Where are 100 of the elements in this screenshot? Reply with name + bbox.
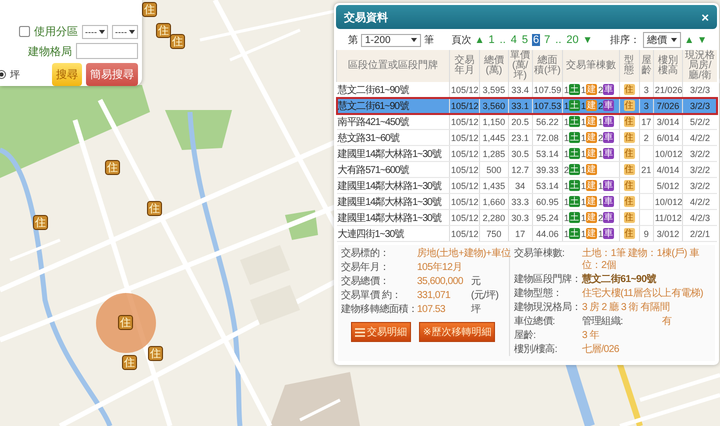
sort-dropdown[interactable]: 總價 — [643, 32, 682, 48]
detail-label: 建物移轉總面積： — [341, 304, 417, 316]
map-marker[interactable]: 住 — [156, 23, 171, 38]
map-marker[interactable]: 住 — [118, 315, 133, 330]
sort-ascending-button[interactable]: ▲ — [684, 34, 694, 46]
table-cell: 30.3 — [508, 210, 532, 226]
table-cell: 大連四街1~30號 — [336, 226, 450, 242]
input-field[interactable] — [76, 43, 138, 59]
list-icon — [355, 328, 365, 336]
pager-label: 頁次 — [452, 34, 472, 47]
table-cell: 3/012 — [653, 226, 683, 242]
table-row[interactable]: 大連四街1~30號 105/12 750 17 44.06 1土 1建 1車 住 9 3/012 2/2/1 — [336, 226, 717, 242]
table-cell: 105/12 — [450, 194, 480, 210]
table-cell: 12.7 — [508, 162, 532, 178]
map-marker[interactable]: 住 — [105, 160, 120, 175]
detail-value: 35,600,000 — [417, 276, 464, 288]
table-cell: 105/12 — [450, 146, 480, 162]
detail-label: 車位總價: — [514, 316, 556, 328]
dropdown[interactable]: ---- — [82, 24, 108, 38]
table-cell: 34 — [508, 178, 532, 194]
map-marker[interactable]: 住 — [33, 215, 48, 230]
table-row[interactable]: 建國里14鄰大林路1~30號 105/12 1,285 30.5 53.14 1土 1建 1車 住 10/012 3/2/2 — [336, 146, 717, 162]
checkbox[interactable] — [19, 26, 30, 37]
table-cell: 3 — [639, 82, 654, 98]
table-row[interactable]: 大有路571~600號 105/12 500 12.7 39.33 2土 1建 住 21 4/014 3/2/2 — [336, 162, 717, 178]
previous-page-button[interactable]: ▲ — [474, 34, 485, 46]
map-marker[interactable]: 住 — [122, 355, 137, 370]
detail-value: 3 房 2 廳 3 衛 有隔間 — [582, 302, 670, 314]
page-link[interactable]: 20 — [565, 34, 580, 46]
table-cell: 建國里14鄰大林路1~30號 — [336, 146, 450, 162]
search-button[interactable]: 搜尋 — [52, 63, 82, 86]
column-header: 交易筆棟數 — [562, 50, 620, 82]
table-cell: 105/12 — [450, 98, 480, 114]
table-cell: 107.53 — [532, 98, 563, 114]
table-cell: 105/12 — [450, 114, 480, 130]
detail-label: 交易單價 約： — [341, 290, 402, 302]
close-button[interactable]: × — [701, 10, 709, 24]
table-row[interactable]: 慈文路31~60號 105/12 1,445 23.1 72.08 1土 1建 2車 住 2 6/014 4/2/2 — [336, 130, 717, 146]
simple-search-button[interactable]: 簡易搜尋 — [86, 63, 138, 86]
detail-label: 屋齡: — [514, 330, 537, 342]
range-dropdown[interactable]: 1-200 — [361, 34, 421, 46]
table-row[interactable]: 慧文二街61~90號 105/12 3,595 33.4 107.59 1土 1建 2車 住 3 21/026 3/2/3 — [336, 82, 717, 98]
table-cell: 5/012 — [653, 178, 683, 194]
detail-value: 有 — [662, 316, 673, 328]
unit-text: 坪 — [471, 304, 482, 316]
table-cell: 6/014 — [653, 130, 683, 146]
type-badge: 住 — [624, 196, 635, 207]
type-badge: 住 — [624, 212, 635, 223]
table-cell: 2/2/1 — [682, 226, 717, 242]
table-cell: 1,660 — [480, 194, 508, 210]
table-cell: 3 — [639, 98, 654, 114]
table-cell: 4/014 — [653, 162, 683, 178]
table-cell: 建國里14鄰大林路1~30號 — [336, 178, 450, 194]
table-row[interactable]: 南平路421~450號 105/12 1,150 20.5 56.22 1土 1建 1車 住 17 3/014 5/2/2 — [336, 114, 717, 130]
table-cell: 33.3 — [508, 194, 532, 210]
map-marker[interactable]: 住 — [147, 201, 162, 216]
map-marker[interactable]: 住 — [148, 346, 163, 361]
table-row[interactable]: 建國里14鄰大林路1~30號 105/12 1,435 34 53.14 1土 1建 1車 住 5/012 3/2/2 — [336, 178, 717, 194]
detail-label: 交易總價： — [341, 276, 390, 288]
details-button[interactable]: ※歷次移轉明細 — [419, 322, 496, 342]
dialog-title: 交易資料 — [344, 10, 388, 24]
table-row[interactable]: 建國里14鄰大林路1~30號 105/12 1,660 33.3 60.95 1土 1建 1車 住 10/012 4/2/2 — [336, 194, 717, 210]
type-badge: 住 — [624, 132, 635, 143]
detail-label: 建物現況格局： — [514, 302, 582, 314]
sort-descending-button[interactable]: ▼ — [697, 34, 707, 46]
table-cell: 105/12 — [450, 178, 480, 194]
table-cell: 南平路421~450號 — [336, 114, 450, 130]
table-cell: 21/026 — [653, 82, 683, 98]
sort-label: 排序： — [610, 34, 640, 47]
table-cell: 21 — [639, 162, 654, 178]
page-link[interactable]: 7 — [543, 34, 552, 46]
table-cell: 7/026 — [653, 98, 683, 114]
table-cell: 1,435 — [480, 178, 508, 194]
range-label: 筆 — [424, 34, 434, 47]
table-cell: 5/2/2 — [682, 114, 717, 130]
map-marker[interactable]: 住 — [142, 2, 157, 17]
details-button[interactable]: 交易明細 — [351, 322, 411, 342]
table-cell: 60.95 — [532, 194, 563, 210]
table-cell: 33.1 — [508, 98, 532, 114]
page-link[interactable]: 1 — [488, 34, 496, 46]
table-cell: 3/2/3 — [682, 98, 717, 114]
dropdown[interactable]: ---- — [112, 24, 138, 38]
unit-text: (元/坪) — [471, 290, 500, 302]
page-link[interactable]: .. — [554, 34, 562, 46]
column-header: 型態 — [619, 50, 640, 82]
next-page-button[interactable]: ▼ — [582, 34, 593, 46]
table-cell: 33.4 — [508, 82, 532, 98]
table-cell: 3/2/2 — [682, 178, 717, 194]
table-row[interactable]: 建國里14鄰大林路1~30號 105/12 2,280 30.3 95.24 1土 1建 2車 住 11/012 4/2/3 — [336, 210, 717, 226]
page-link[interactable]: .. — [498, 34, 507, 46]
table-cell: 20.5 — [508, 114, 532, 130]
table-cell: 1,285 — [480, 146, 508, 162]
table-row[interactable]: 慧文二街61~90號 105/12 3,560 33.1 107.53 1土 1建 2車 住 3 7/026 3/2/3 — [336, 98, 717, 114]
page-link[interactable]: 5 — [520, 34, 530, 46]
table-cell: 17 — [508, 226, 532, 242]
page-link[interactable]: 6 — [532, 34, 540, 46]
table-cell: 4/2/3 — [682, 210, 717, 226]
map-marker[interactable]: 住 — [170, 34, 185, 49]
page-link[interactable]: 4 — [510, 34, 518, 46]
type-badge: 住 — [624, 148, 635, 159]
